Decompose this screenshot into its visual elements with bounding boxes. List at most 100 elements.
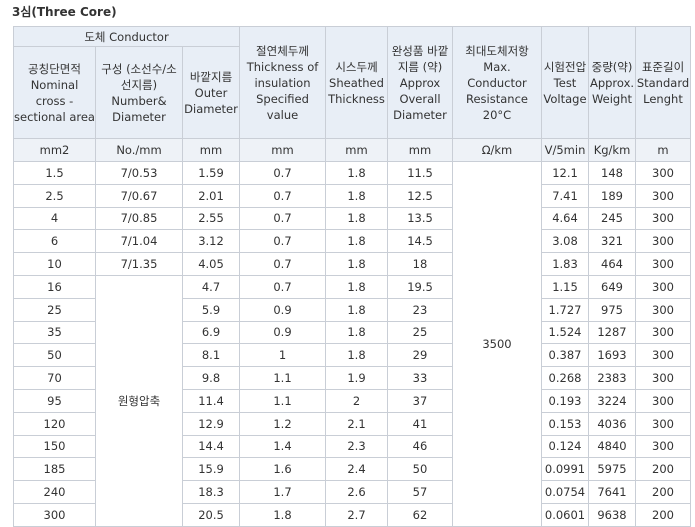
weight-cell: 2383 xyxy=(588,366,636,390)
sheath-cell: 1.8 xyxy=(325,297,388,322)
overall-diameter-cell: 33 xyxy=(387,366,453,390)
max-resistance-cell: 3500 xyxy=(452,161,542,527)
weight-cell: 4036 xyxy=(588,411,636,436)
length-cell: 300 xyxy=(635,183,691,208)
test-voltage-cell: 1.727 xyxy=(541,297,589,322)
composition-cell: 7/1.04 xyxy=(95,229,183,254)
max-resistance-header: 최대도체저항 Max. Conductor Resistance 20°C xyxy=(452,26,542,139)
sheath-cell: 2.6 xyxy=(325,480,388,504)
overall-diameter-cell: 12.5 xyxy=(387,183,453,208)
table-row: 2.5 7/0.67 2.01 0.7 1.8 12.5 7.41 189 300 xyxy=(13,183,691,208)
insulation-cell: 1.2 xyxy=(239,411,326,436)
length-cell: 300 xyxy=(635,297,691,322)
outer-diameter-cell: 2.01 xyxy=(182,183,240,208)
area-cell: 35 xyxy=(13,320,96,345)
overall-diameter-cell: 62 xyxy=(387,502,453,527)
approx-weight-header: 중량(약) Approx. Weight xyxy=(588,26,636,139)
area-cell: 50 xyxy=(13,343,96,368)
sheath-cell: 1.8 xyxy=(325,206,388,231)
unit-cell: mm xyxy=(387,138,453,162)
outer-diameter-cell: 2.55 xyxy=(182,206,240,231)
weight-cell: 5975 xyxy=(588,457,636,482)
area-cell: 25 xyxy=(13,297,96,322)
outer-diameter-cell: 1.59 xyxy=(182,161,240,185)
overall-diameter-cell: 19.5 xyxy=(387,274,453,299)
sheath-cell: 1.8 xyxy=(325,229,388,254)
area-cell: 1.5 xyxy=(13,161,96,185)
overall-diameter-cell: 50 xyxy=(387,457,453,482)
area-cell: 95 xyxy=(13,388,96,413)
insulation-cell: 0.9 xyxy=(239,297,326,322)
composition-cell: 7/0.67 xyxy=(95,183,183,208)
overall-diameter-cell: 46 xyxy=(387,434,453,459)
unit-cell: Kg/km xyxy=(588,138,636,162)
length-cell: 200 xyxy=(635,480,691,504)
unit-cell: mm2 xyxy=(13,138,96,162)
length-cell: 300 xyxy=(635,161,691,185)
test-voltage-cell: 1.524 xyxy=(541,320,589,345)
weight-cell: 975 xyxy=(588,297,636,322)
unit-cell: Ω/km xyxy=(452,138,542,162)
nominal-area-header: 공칭단면적 Nominal cross -sectional area xyxy=(13,46,96,139)
outer-diameter-cell: 15.9 xyxy=(182,457,240,482)
length-cell: 300 xyxy=(635,274,691,299)
outer-diameter-cell: 12.9 xyxy=(182,411,240,436)
unit-cell: mm xyxy=(239,138,326,162)
insulation-cell: 1.6 xyxy=(239,457,326,482)
table-row: 16 원형압축 4.7 0.7 1.8 19.5 1.15 649 300 xyxy=(13,274,691,527)
length-cell: 300 xyxy=(635,411,691,436)
weight-cell: 4840 xyxy=(588,434,636,459)
length-cell: 300 xyxy=(635,320,691,345)
compressed-label-cell: 원형압축 xyxy=(95,274,183,527)
table-row: 4 7/0.85 2.55 0.7 1.8 13.5 4.64 245 300 xyxy=(13,206,691,231)
test-voltage-cell: 4.64 xyxy=(541,206,589,231)
test-voltage-cell: 1.15 xyxy=(541,274,589,299)
outer-diameter-cell: 6.9 xyxy=(182,320,240,345)
sheath-cell: 1.8 xyxy=(325,274,388,299)
overall-diameter-cell: 29 xyxy=(387,343,453,368)
table-row: 6 7/1.04 3.12 0.7 1.8 14.5 3.08 321 300 xyxy=(13,229,691,254)
weight-cell: 245 xyxy=(588,206,636,231)
overall-diameter-cell: 37 xyxy=(387,388,453,413)
insulation-cell: 1 xyxy=(239,343,326,368)
outer-diameter-cell: 14.4 xyxy=(182,434,240,459)
sheath-thickness-header: 시스두께 Sheathed Thickness xyxy=(325,26,388,139)
table-row: 1.5 7/0.53 1.59 0.7 1.8 11.5 3500 12.1 148 300 xyxy=(13,161,691,527)
overall-diameter-cell: 57 xyxy=(387,480,453,504)
insulation-cell: 1.8 xyxy=(239,502,326,527)
length-cell: 300 xyxy=(635,434,691,459)
outer-diameter-cell: 9.8 xyxy=(182,366,240,390)
test-voltage-cell: 0.0754 xyxy=(541,480,589,504)
sheath-cell: 1.8 xyxy=(325,320,388,345)
sheath-cell: 1.8 xyxy=(325,343,388,368)
area-cell: 2.5 xyxy=(13,183,96,208)
weight-cell: 1287 xyxy=(588,320,636,345)
length-cell: 200 xyxy=(635,502,691,527)
weight-cell: 321 xyxy=(588,229,636,254)
length-cell: 300 xyxy=(635,206,691,231)
weight-cell: 189 xyxy=(588,183,636,208)
outer-diameter-header: 바깥지름 Outer Diameter xyxy=(182,46,240,139)
insulation-cell: 1.7 xyxy=(239,480,326,504)
sheath-cell: 1.8 xyxy=(325,252,388,276)
insulation-cell: 0.7 xyxy=(239,274,326,299)
length-cell: 300 xyxy=(635,343,691,368)
area-cell: 240 xyxy=(13,480,96,504)
outer-diameter-cell: 3.12 xyxy=(182,229,240,254)
test-voltage-cell: 0.153 xyxy=(541,411,589,436)
insulation-thickness-header: 절연체두께 Thickness of insulation Specified … xyxy=(239,26,326,139)
length-cell: 300 xyxy=(635,229,691,254)
test-voltage-cell: 0.387 xyxy=(541,343,589,368)
outer-diameter-cell: 4.05 xyxy=(182,252,240,276)
weight-cell: 3224 xyxy=(588,388,636,413)
outer-diameter-cell: 11.4 xyxy=(182,388,240,413)
conductor-group-header: 도체 Conductor xyxy=(13,26,240,47)
area-cell: 4 xyxy=(13,206,96,231)
composition-cell: 7/0.53 xyxy=(95,161,183,185)
composition-header: 구성 (소선수/소선지름) Number& Diameter xyxy=(95,46,183,139)
unit-cell: mm xyxy=(325,138,388,162)
specification-table: 도체 Conductor 절연체두께 Thickness of insulati… xyxy=(13,26,691,527)
weight-cell: 7641 xyxy=(588,480,636,504)
unit-cell: V/5min xyxy=(541,138,589,162)
test-voltage-cell: 1.83 xyxy=(541,252,589,276)
